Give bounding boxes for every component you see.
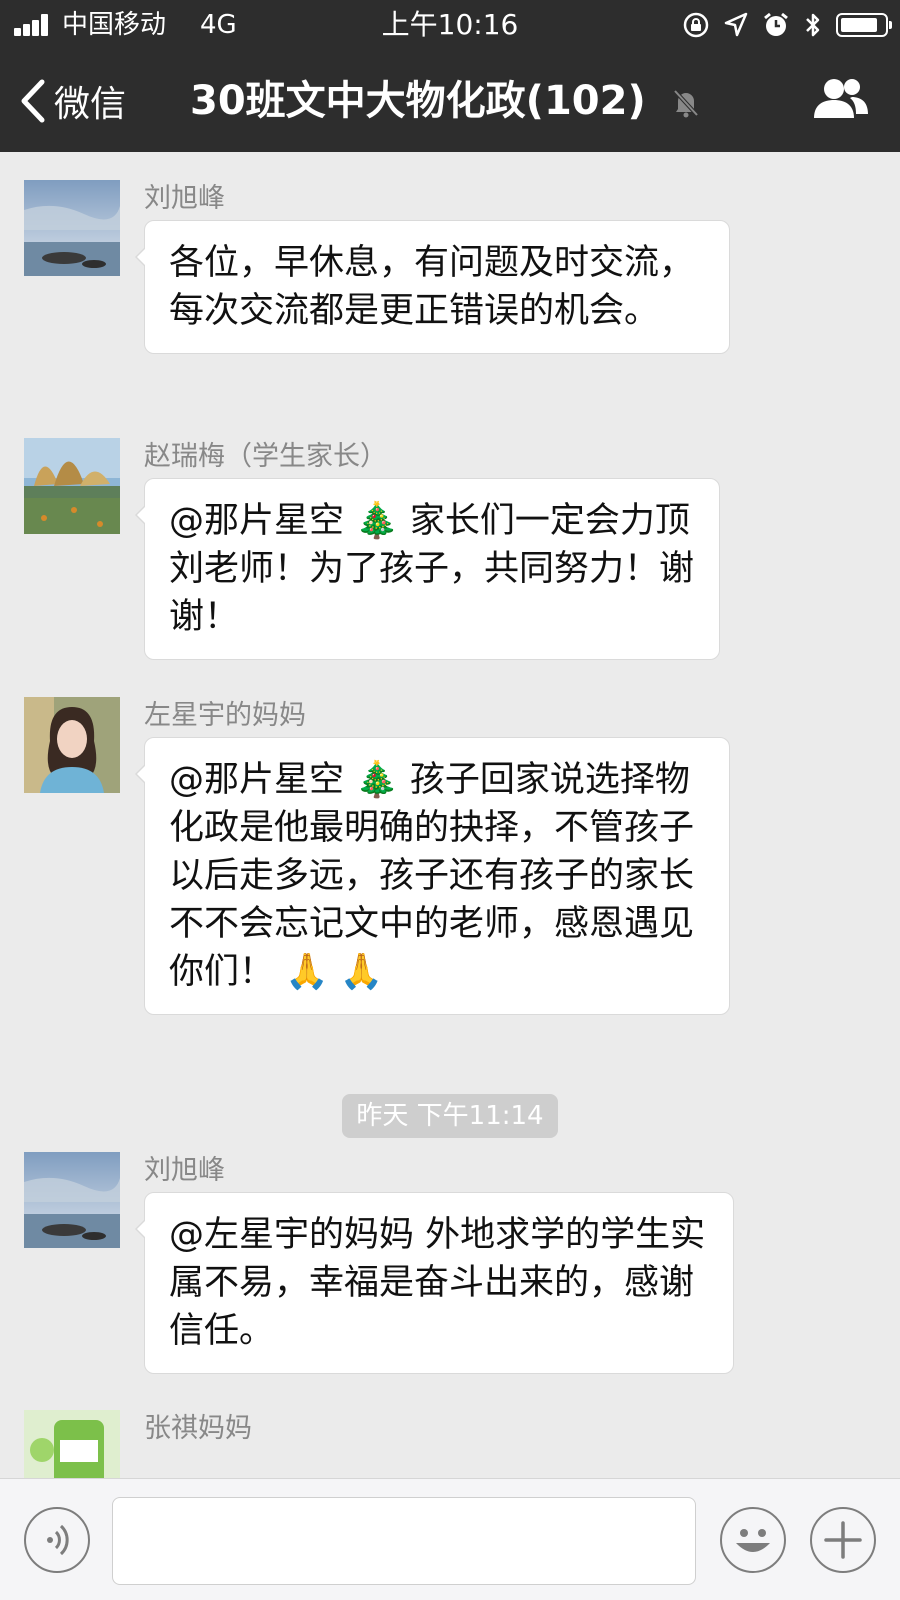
sender-name: 赵瑞梅（学生家长） — [144, 441, 387, 472]
timestamp-badge: 昨天 下午11:14 — [342, 1094, 558, 1138]
lake-avatar[interactable] — [24, 180, 120, 276]
location-icon — [724, 12, 748, 37]
message-bubble[interactable]: @那片星空 🎄 家长们一定会力顶刘老师！为了孩子，共同努力！谢谢！ — [135, 478, 720, 660]
voice-icon — [47, 1524, 69, 1556]
sender-name: 左星宇的妈妈 — [144, 700, 306, 731]
input-bar — [0, 1478, 900, 1600]
message-bubble[interactable]: @那片星空 🎄 孩子回家说选择物化政是他最明确的抉择，不管孩子以后走多远，孩子还… — [135, 737, 730, 1015]
sender-name: 张祺妈妈 — [144, 1413, 252, 1444]
rotation-lock-icon — [683, 12, 709, 38]
chat-title: 30班文中大物化政(102) — [190, 78, 646, 124]
alarm-icon — [764, 12, 788, 36]
sender-name: 刘旭峰 — [144, 1155, 225, 1186]
plus-icon — [824, 1521, 862, 1559]
back-button[interactable]: 微信 — [18, 74, 126, 128]
bluetooth-icon — [806, 13, 820, 37]
green-product-avatar[interactable] — [24, 1410, 120, 1478]
timestamp-row: 昨天 下午11:14 — [0, 1094, 900, 1138]
more-button[interactable] — [810, 1507, 876, 1573]
emoji-icon — [736, 1529, 770, 1552]
emoji-button[interactable] — [720, 1507, 786, 1573]
status-bar: 中国移动 4G 上午10:16 — [0, 0, 900, 50]
sender-name: 刘旭峰 — [144, 183, 225, 214]
woman-portrait-avatar[interactable] — [24, 697, 120, 793]
autumn-pond-avatar[interactable] — [24, 438, 120, 534]
message-input[interactable] — [112, 1497, 696, 1585]
message-bubble[interactable]: @左星宇的妈妈 外地求学的学生实属不易，幸福是奋斗出来的，感谢信任。 — [135, 1192, 734, 1374]
voice-button[interactable] — [24, 1507, 90, 1573]
message-bubble[interactable]: 各位，早休息，有问题及时交流，每次交流都是更正错误的机会。 — [135, 220, 730, 354]
back-label: 微信 — [54, 84, 127, 125]
people-icon[interactable] — [812, 76, 870, 122]
battery-icon — [836, 13, 892, 37]
bell-mute-icon — [673, 89, 699, 118]
chat-area[interactable]: 刘旭峰 各位，早休息，有问题及时交流，每次交流都是更正错误的机会。 赵瑞梅（学生… — [0, 152, 900, 1478]
chevron-left-icon — [21, 79, 45, 123]
lake-avatar[interactable] — [24, 1152, 120, 1248]
nav-bar: 微信 30班文中大物化政(102) — [0, 50, 900, 152]
